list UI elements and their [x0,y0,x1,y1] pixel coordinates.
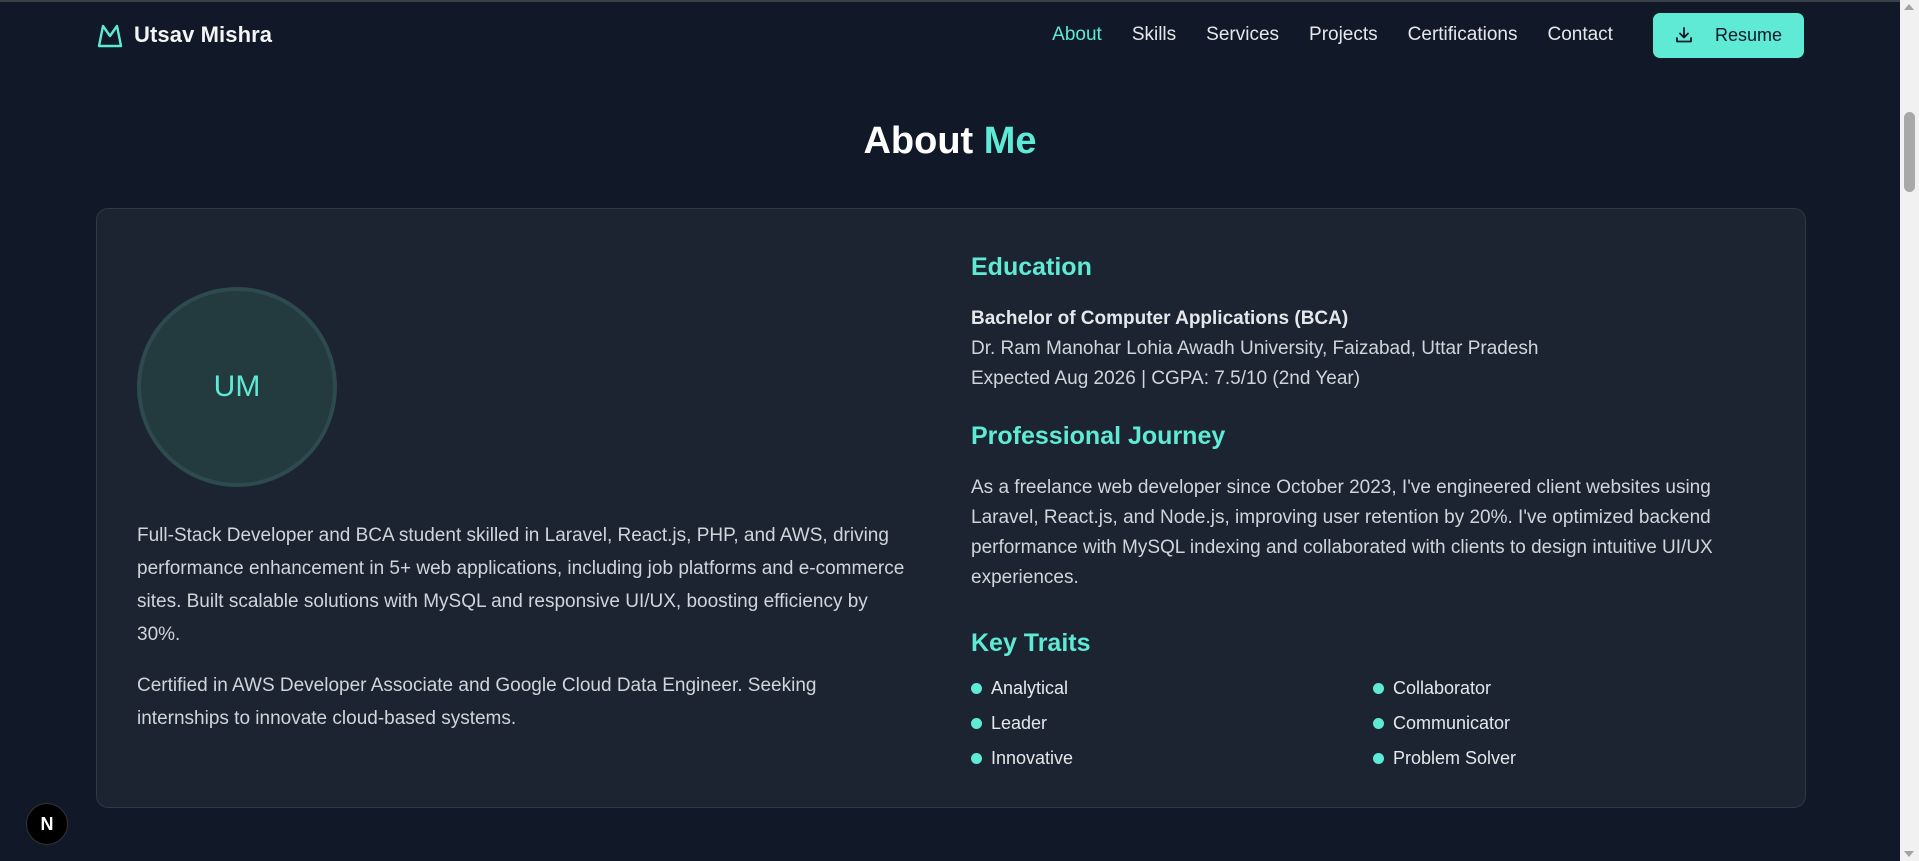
journey-text: As a freelance web developer since Octob… [971,477,1713,588]
bullet-dot-icon [1373,753,1384,764]
vertical-scrollbar[interactable] [1900,0,1919,861]
education-block: Bachelor of Computer Applications (BCA) … [971,304,1771,394]
brand[interactable]: Utsav Mishra [96,21,272,49]
scroll-down-arrow-icon[interactable] [1904,851,1914,857]
nav-link-contact[interactable]: Contact [1547,24,1612,46]
trait-item: Leader [971,711,1373,736]
bullet-dot-icon [971,753,982,764]
bio-paragraph: Certified in AWS Developer Associate and… [137,675,817,729]
trait-label: Innovative [991,748,1074,768]
section-title: About Me [0,120,1900,163]
bullet-dot-icon [1373,718,1384,729]
scrollbar-thumb[interactable] [1904,112,1915,192]
education-details: Expected Aug 2026 | CGPA: 7.5/10 (2nd Ye… [971,368,1361,389]
trait-label: Analytical [991,678,1069,698]
bio-paragraph: Full-Stack Developer and BCA student ski… [137,525,905,645]
bullet-dot-icon [971,718,982,729]
nextjs-dev-badge[interactable]: N [26,803,68,845]
bio: Full-Stack Developer and BCA student ski… [137,519,907,753]
trait-label: Problem Solver [1393,748,1517,768]
trait-label: Communicator [1393,713,1511,733]
avatar: UM [137,287,337,487]
nextjs-logo-icon: N [40,813,54,834]
resume-button[interactable]: Resume [1652,12,1804,58]
education-heading: Education [971,253,1092,281]
trait-label: Leader [991,713,1048,733]
trait-item: Communicator [1373,711,1771,736]
nav-link-skills[interactable]: Skills [1132,24,1176,46]
download-icon [1676,27,1692,43]
about-details: Education Bachelor of Computer Applicati… [971,253,1771,771]
trait-item: Innovative [971,746,1373,771]
trait-item: Collaborator [1373,676,1771,701]
avatar-initials: UM [213,370,261,403]
trait-item: Analytical [971,676,1373,701]
education-university: Dr. Ram Manohar Lohia Awadh University, … [971,338,1539,359]
section-title-main: About [863,120,974,162]
brand-name: Utsav Mishra [134,22,273,47]
bullet-dot-icon [971,683,982,694]
nav-link-services[interactable]: Services [1206,24,1279,46]
trait-item: Problem Solver [1373,746,1771,771]
nav-link-certifications[interactable]: Certifications [1408,24,1518,46]
education-degree: Bachelor of Computer Applications (BCA) [971,308,1349,329]
mountain-logo-icon [97,24,123,48]
nav-link-projects[interactable]: Projects [1309,24,1378,46]
scroll-up-arrow-icon[interactable] [1904,4,1914,10]
navbar: Utsav Mishra About Skills Services Proje… [0,0,1900,70]
resume-button-label: Resume [1714,24,1782,45]
main-nav: About Skills Services Projects Certifica… [1022,12,1804,58]
bullet-dot-icon [1373,683,1384,694]
section-title-accent: Me [983,120,1037,162]
traits-list: Analytical Collaborator Leader Communica… [971,676,1771,771]
nav-link-about[interactable]: About [1052,24,1102,46]
trait-label: Collaborator [1393,678,1492,698]
traits-heading: Key Traits [971,629,1091,657]
about-card: UM Full-Stack Developer and BCA student … [96,208,1806,808]
journey-heading: Professional Journey [971,422,1226,450]
